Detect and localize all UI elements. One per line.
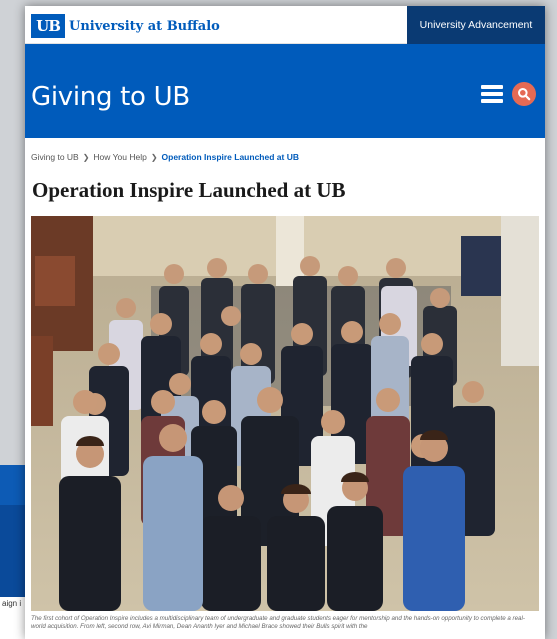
top-bar: UB University at Buffalo University Adva… [25,6,545,44]
page-title: Operation Inspire Launched at UB [32,178,346,202]
background-window-text: aign i [2,599,22,608]
chevron-right-icon: ❯ [82,153,90,162]
ub-logo-mark: UB [31,14,65,38]
chevron-right-icon: ❯ [150,153,158,162]
browser-page: UB University at Buffalo University Adva… [25,6,545,639]
breadcrumb-item-how-you-help[interactable]: How You Help [93,152,146,162]
ub-logo[interactable]: UB University at Buffalo [31,13,220,39]
search-icon[interactable] [512,82,536,106]
group-photo [31,216,539,611]
site-title[interactable]: Giving to UB [31,82,190,112]
ub-logo-text: University at Buffalo [69,18,220,34]
hero-banner: Giving to UB [25,44,545,138]
hamburger-menu-icon[interactable] [481,85,503,103]
breadcrumb-current: Operation Inspire Launched at UB [161,152,299,162]
breadcrumb-item-giving[interactable]: Giving to UB [31,152,79,162]
breadcrumb: Giving to UB ❯ How You Help ❯ Operation Insp… [31,152,299,162]
photo-caption: The first cohort of Operation Inspire in… [31,615,525,630]
university-advancement-link[interactable]: University Advancement [407,6,545,44]
